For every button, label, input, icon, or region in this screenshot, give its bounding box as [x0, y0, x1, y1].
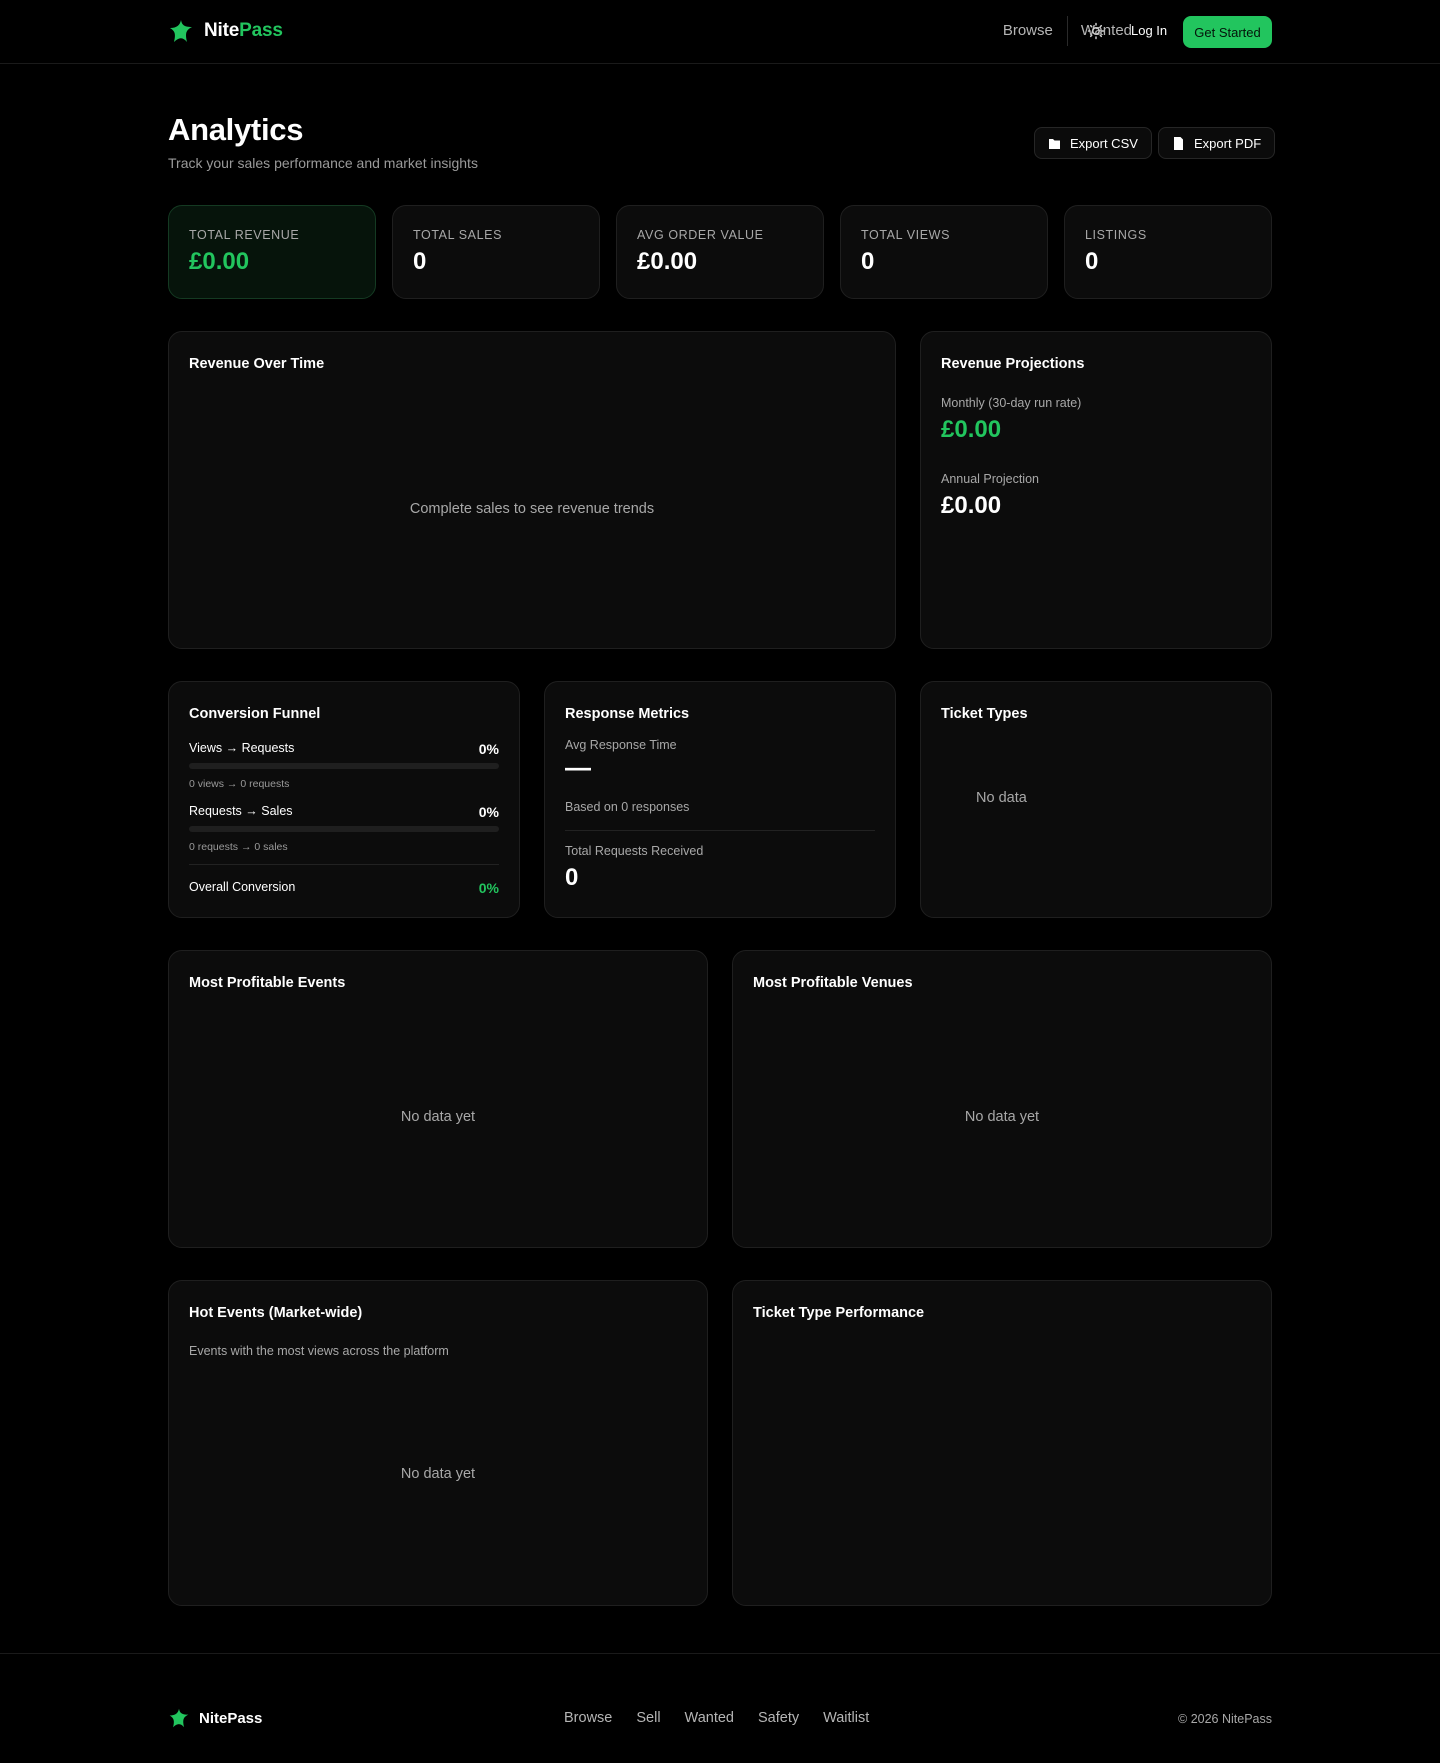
export-pdf-button[interactable]: Export PDF	[1158, 127, 1276, 159]
footer-link-sell[interactable]: Sell	[636, 1710, 660, 1726]
annual-value: £0.00	[941, 492, 1002, 519]
page-title: Analytics	[168, 112, 304, 147]
profitable-venues-card: Most Profitable Venues No data yet	[732, 950, 1272, 1248]
site-header: NitePass Browse Wanted Log In Get Starte…	[0, 0, 1440, 64]
sun-icon[interactable]	[1086, 21, 1106, 41]
funnel-progress-bar	[189, 763, 499, 769]
annual-label: Annual Projection	[941, 472, 1039, 486]
footer-logo[interactable]: NitePass	[168, 1707, 262, 1729]
card-title: Hot Events (Market-wide)	[189, 1305, 363, 1321]
divider	[189, 864, 499, 865]
funnel-name: Views → Requests	[189, 741, 295, 755]
total-requests-value: 0	[565, 864, 579, 891]
page-subtitle: Track your sales performance and market …	[168, 155, 478, 171]
star-logo-icon	[170, 20, 192, 42]
funnel-progress-bar	[189, 826, 499, 832]
footer-link-safety[interactable]: Safety	[758, 1710, 799, 1726]
card-title: Revenue Projections	[941, 356, 1085, 372]
stat-value: 0	[861, 248, 875, 275]
document-icon	[1174, 136, 1183, 150]
copyright: © 2026 NitePass	[1178, 1712, 1272, 1726]
card-title: Revenue Over Time	[189, 356, 325, 372]
avg-response-value: —	[565, 752, 591, 782]
conversion-funnel-card: Conversion Funnel Views → Requests 0% 0 …	[168, 681, 520, 918]
revenue-over-time-card: Revenue Over Time Complete sales to see …	[168, 331, 896, 649]
stat-avg-order-value: Avg Order Value £0.00	[616, 205, 824, 299]
ticket-type-performance-card: Ticket Type Performance	[732, 1280, 1272, 1606]
total-requests-label: Total Requests Received	[565, 844, 704, 858]
stat-value: 0	[1085, 248, 1099, 275]
nav-browse[interactable]: Browse	[1003, 22, 1053, 39]
card-subtitle: Events with the most views across the pl…	[189, 1344, 449, 1358]
stat-total-views: Total Views 0	[840, 205, 1048, 299]
stat-label: Avg Order Value	[637, 228, 764, 242]
funnel-percent: 0%	[478, 804, 499, 820]
funnel-detail: 0 views → 0 requests	[189, 778, 290, 790]
revenue-projections-card: Revenue Projections Monthly (30-day run …	[920, 331, 1272, 649]
stat-label: Total Revenue	[189, 228, 300, 242]
footer-link-wanted[interactable]: Wanted	[685, 1710, 734, 1726]
divider	[565, 830, 875, 831]
brand-name: NitePass	[204, 20, 283, 41]
stat-label: Total Sales	[413, 228, 503, 242]
nav-divider	[1067, 16, 1068, 46]
footer-nav: Browse Sell Wanted Safety Waitlist	[564, 1710, 869, 1726]
monthly-value: £0.00	[941, 416, 1002, 443]
avg-response-label: Avg Response Time	[565, 738, 677, 752]
hot-events-card: Hot Events (Market-wide) Events with the…	[168, 1280, 708, 1606]
get-started-button[interactable]: Get Started	[1183, 16, 1272, 48]
card-title: Ticket Type Performance	[753, 1305, 925, 1321]
folder-icon	[1049, 138, 1060, 149]
empty-state: No data yet	[400, 1109, 476, 1125]
profitable-events-card: Most Profitable Events No data yet	[168, 950, 708, 1248]
based-on-text: Based on 0 responses	[565, 800, 690, 814]
response-metrics-card: Response Metrics Avg Response Time — Bas…	[544, 681, 896, 918]
funnel-name: Requests → Sales	[189, 804, 293, 818]
card-title: Conversion Funnel	[189, 706, 321, 722]
card-title: Ticket Types	[941, 706, 1028, 722]
footer-link-waitlist[interactable]: Waitlist	[823, 1710, 869, 1726]
empty-state: Complete sales to see revenue trends	[409, 501, 655, 517]
empty-state: No data yet	[964, 1109, 1040, 1125]
stat-value: £0.00	[637, 248, 698, 275]
stat-total-sales: Total Sales 0	[392, 205, 600, 299]
login-link[interactable]: Log In	[1131, 23, 1167, 38]
stat-label: Total Views	[861, 228, 951, 242]
stat-value: £0.00	[189, 248, 250, 275]
ticket-types-card: Ticket Types No data	[920, 681, 1272, 918]
monthly-label: Monthly (30-day run rate)	[941, 396, 1082, 410]
export-pdf-label: Export PDF	[1194, 135, 1262, 151]
empty-state: No data	[976, 790, 1027, 806]
stat-value: 0	[413, 248, 427, 275]
empty-state: No data yet	[400, 1466, 476, 1482]
stat-label: Listings	[1085, 228, 1147, 242]
funnel-row: Views → Requests 0% 0 views → 0 requests	[189, 741, 499, 791]
overall-conversion-row: Overall Conversion 0%	[189, 880, 499, 900]
stat-listings: Listings 0	[1064, 205, 1272, 299]
site-footer: NitePass Browse Sell Wanted Safety Waitl…	[0, 1653, 1440, 1763]
footer-brand: NitePass	[199, 1709, 263, 1727]
stat-total-revenue: Total Revenue £0.00	[168, 205, 376, 299]
funnel-detail: 0 requests → 0 sales	[189, 841, 288, 853]
card-title: Most Profitable Events	[189, 975, 346, 991]
card-title: Most Profitable Venues	[753, 975, 913, 991]
logo[interactable]: NitePass	[168, 18, 283, 44]
overall-label: Overall Conversion	[189, 880, 296, 894]
funnel-percent: 0%	[478, 741, 499, 757]
overall-value: 0%	[478, 880, 499, 896]
footer-link-browse[interactable]: Browse	[564, 1710, 612, 1726]
star-logo-icon	[169, 1708, 189, 1728]
export-csv-label: Export CSV	[1070, 135, 1138, 151]
export-csv-button[interactable]: Export CSV	[1034, 127, 1152, 159]
card-title: Response Metrics	[565, 706, 690, 722]
funnel-row: Requests → Sales 0% 0 requests → 0 sales	[189, 804, 499, 854]
